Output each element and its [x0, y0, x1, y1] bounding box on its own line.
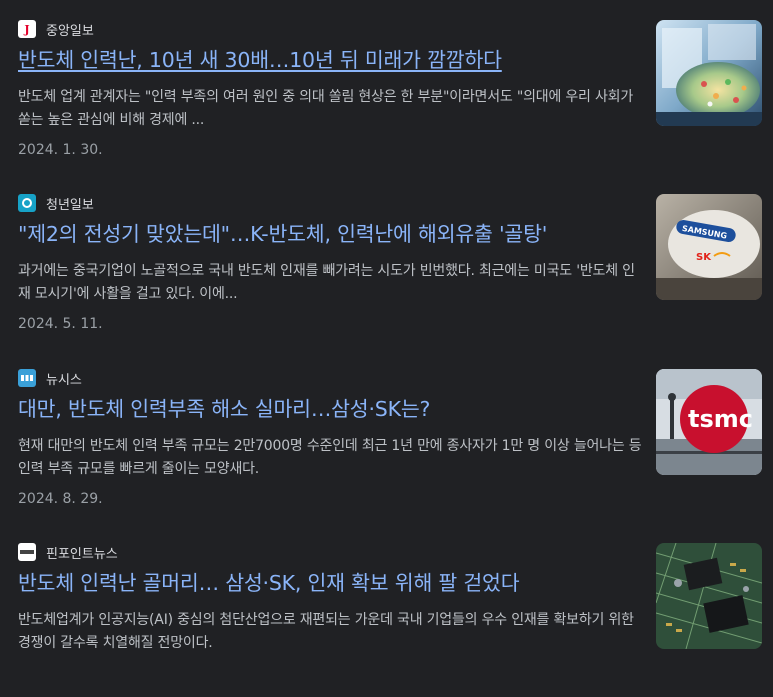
news-result: 뉴시스 대만, 반도체 인력부족 해소 실마리…삼성·SK는? 현재 대만의 반…	[0, 349, 773, 523]
news-result: J 중앙일보 반도체 인력난, 10년 새 30배…10년 뒤 미래가 깜깜하다…	[0, 0, 773, 174]
news-result: 핀포인트뉴스 반도체 인력난 골머리… 삼성·SK, 인재 확보 위해 팔 걷었…	[0, 523, 773, 697]
news-source[interactable]: 청년일보	[18, 194, 94, 213]
circuit-board-photo-icon	[656, 543, 762, 649]
newsis-favicon-icon	[18, 369, 36, 387]
news-snippet: 반도체 업계 관계자는 "인력 부족의 여러 원인 중 의대 쏠림 현상은 한 …	[18, 89, 634, 128]
news-source[interactable]: 핀포인트뉴스	[18, 543, 118, 562]
news-source-name: 중앙일보	[46, 23, 94, 39]
news-source[interactable]: 뉴시스	[18, 369, 82, 388]
sk-text: SK	[696, 252, 712, 263]
news-source-name: 뉴시스	[46, 372, 82, 388]
cheongnyeon-favicon-icon	[18, 194, 36, 212]
news-result: 청년일보 "제2의 전성기 맞았는데"…K-반도체, 인력난에 해외유출 '골탕…	[0, 174, 773, 348]
news-source-name: 청년일보	[46, 197, 94, 213]
news-thumbnail[interactable]	[656, 543, 762, 649]
news-source-name: 핀포인트뉴스	[46, 546, 118, 562]
news-title-link[interactable]: 반도체 인력난 골머리… 삼성·SK, 인재 확보 위해 팔 걷었다	[18, 569, 638, 597]
news-results-list: J 중앙일보 반도체 인력난, 10년 새 30배…10년 뒤 미래가 깜깜하다…	[0, 0, 773, 662]
samsung-sk-logos-photo-icon: SAMSUNG SK	[656, 194, 762, 300]
news-title-link[interactable]: "제2의 전성기 맞았는데"…K-반도체, 인력난에 해외유출 '골탕'	[18, 220, 638, 248]
pinpointnews-favicon-icon	[18, 543, 36, 561]
news-thumbnail[interactable]	[656, 20, 762, 126]
news-snippet: 과거에는 중국기업이 노골적으로 국내 반도체 인재를 빼가려는 시도가 빈번했…	[18, 263, 635, 302]
news-snippet: 반도체업계가 인공지능(AI) 중심의 첨단산업으로 재편되는 가운데 국내 기…	[18, 612, 634, 651]
news-thumbnail[interactable]: tsmc	[656, 369, 762, 475]
news-snippet: 현재 대만의 반도체 인력 부족 규모는 2만7000명 수준인데 최근 1년 …	[18, 438, 642, 477]
news-source[interactable]: J 중앙일보	[18, 20, 94, 39]
news-date: 2024. 1. 30.	[18, 142, 103, 158]
joongang-favicon-icon: J	[18, 20, 36, 38]
semiconductor-wafer-photo-icon	[656, 20, 762, 126]
news-title-link[interactable]: 반도체 인력난, 10년 새 30배…10년 뒤 미래가 깜깜하다	[18, 46, 638, 74]
news-date: 2024. 8. 29.	[18, 491, 103, 507]
news-title-link[interactable]: 대만, 반도체 인력부족 해소 실마리…삼성·SK는?	[18, 395, 638, 423]
tsmc-sign-photo-icon: tsmc	[656, 369, 762, 475]
tsmc-text: tsmc	[688, 405, 753, 433]
news-date: 2024. 5. 11.	[18, 316, 103, 332]
news-thumbnail[interactable]: SAMSUNG SK	[656, 194, 762, 300]
